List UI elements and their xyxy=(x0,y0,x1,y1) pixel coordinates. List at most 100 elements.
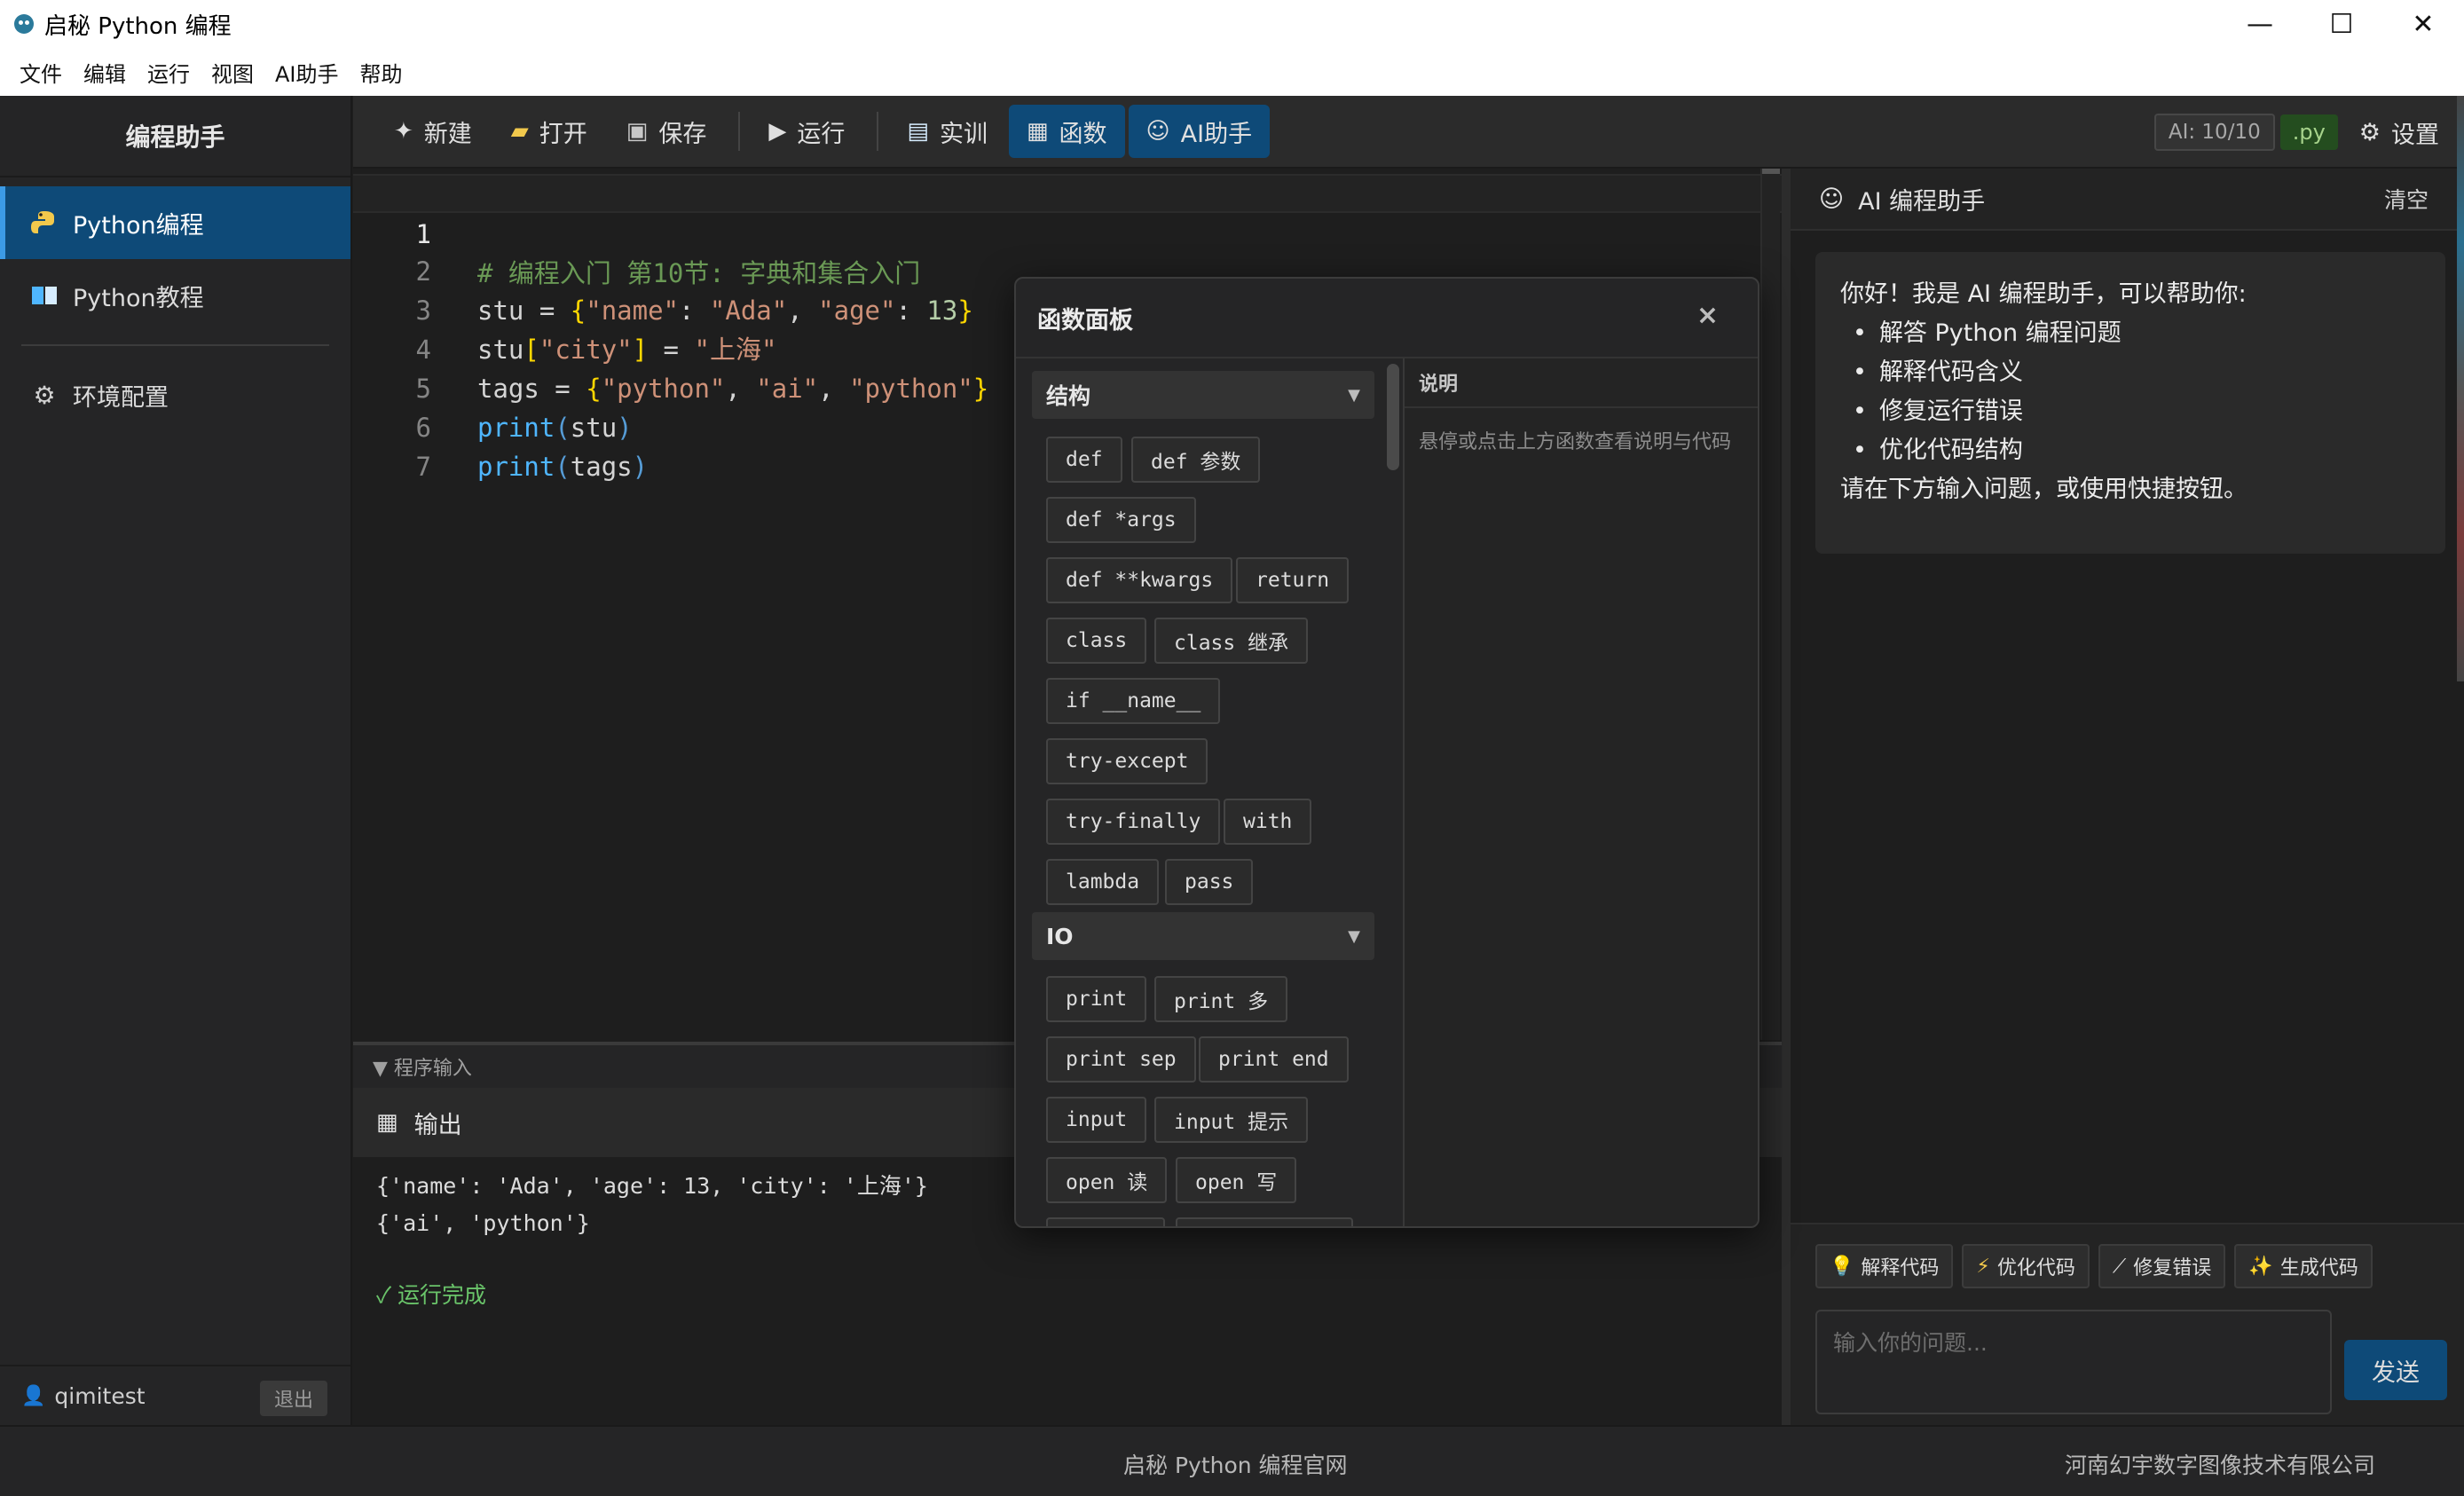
function-item-partial[interactable] xyxy=(1176,1217,1353,1226)
close-window-button[interactable]: ✕ xyxy=(2382,0,2464,48)
function-item[interactable]: try-except xyxy=(1046,738,1208,784)
function-item[interactable]: class 继承 xyxy=(1154,618,1309,664)
function-item[interactable]: open 写 xyxy=(1176,1157,1297,1203)
open-label: 打开 xyxy=(539,120,587,148)
function-item[interactable]: class xyxy=(1046,618,1147,664)
question-input[interactable]: 输入你的问题... xyxy=(1815,1310,2332,1414)
lightning-icon: ⚡ xyxy=(1976,1255,1990,1278)
company-name: 河南幻宇数字图像技术有限公司 xyxy=(2064,1453,2375,1478)
function-item[interactable]: input xyxy=(1046,1097,1147,1143)
function-panel: 函数面板 × 结构 ▼ def def 参数 def *args def **k… xyxy=(1014,277,1759,1228)
settings-button[interactable]: ⚙ 设置 xyxy=(2359,115,2439,150)
new-label: 新建 xyxy=(423,120,472,148)
category-label: 结构 xyxy=(1046,383,1091,409)
ai-assistant-label: AI助手 xyxy=(1180,120,1253,148)
function-item[interactable]: lambda xyxy=(1046,859,1160,905)
save-button[interactable]: ▣ 保存 xyxy=(609,105,725,158)
optimize-code-button[interactable]: ⚡ 优化代码 xyxy=(1962,1244,2090,1288)
toolbar-right: AI: 10/10 .py ⚙ 设置 xyxy=(2153,96,2464,169)
file-type-badge: .py xyxy=(2279,114,2338,150)
open-button[interactable]: ▰ 打开 xyxy=(493,105,605,158)
menu-run[interactable]: 运行 xyxy=(137,57,201,88)
sidebar-item-label: 环境配置 xyxy=(73,383,169,412)
username: qimitest xyxy=(54,1382,146,1409)
send-button[interactable]: 发送 xyxy=(2344,1340,2447,1400)
robot-icon: ☺ xyxy=(1819,185,1845,213)
function-item[interactable]: input 提示 xyxy=(1154,1097,1309,1143)
category-io-header[interactable]: IO ▼ xyxy=(1032,912,1374,960)
sidebar-item-python-programming[interactable]: Python编程 xyxy=(0,186,350,259)
function-item[interactable]: print end xyxy=(1199,1036,1349,1083)
ai-hint: 请在下方输入问题，或使用快捷按钮。 xyxy=(1840,476,2248,503)
list-item: 优化代码结构 xyxy=(1853,431,2421,470)
category-structure-header[interactable]: 结构 ▼ xyxy=(1032,371,1374,419)
toolbar-separator xyxy=(877,112,879,151)
function-item[interactable]: with xyxy=(1224,799,1312,845)
editor-scrollbar[interactable] xyxy=(1760,169,1780,1040)
training-button[interactable]: ▤ 实训 xyxy=(889,105,1005,158)
functions-button[interactable]: ▦ 函数 xyxy=(1008,105,1125,158)
clear-chat-button[interactable]: 清空 xyxy=(2384,183,2429,215)
close-icon[interactable]: × xyxy=(1696,300,1719,331)
function-list[interactable]: 结构 ▼ def def 参数 def *args def **kwargs r… xyxy=(1016,358,1389,1226)
gear-icon: ⚙ xyxy=(2358,118,2381,146)
code-line[interactable]: 1 # 编程入门 第10节: 字典和集合入门 xyxy=(353,174,1782,288)
sidebar-item-python-tutorial[interactable]: Python教程 xyxy=(0,259,350,332)
training-label: 实训 xyxy=(939,120,988,148)
menu-ai-assistant[interactable]: AI助手 xyxy=(264,57,350,88)
sparkle-icon: ✨ xyxy=(2248,1255,2273,1278)
run-status: ✓ 运行完成 xyxy=(376,1283,487,1308)
function-item[interactable]: print xyxy=(1046,976,1147,1022)
ai-assistant-panel: ☺ AI 编程助手 清空 你好！我是 AI 编程助手，可以帮助你: 解答 Pyt… xyxy=(1782,169,2464,1425)
sparkle-icon: ✦ xyxy=(394,118,413,145)
quick-action-label: 解释代码 xyxy=(1861,1257,1940,1279)
new-button[interactable]: ✦ 新建 xyxy=(376,105,490,158)
function-list-scrollbar[interactable] xyxy=(1387,364,1399,470)
description-title: 说明 xyxy=(1405,358,1758,408)
clipboard-icon: ▦ xyxy=(376,1109,398,1136)
logout-button[interactable]: 退出 xyxy=(259,1381,327,1416)
list-item: 解答 Python 编程问题 xyxy=(1853,314,2421,353)
function-item[interactable]: def *args xyxy=(1046,497,1196,543)
function-item[interactable]: def **kwargs xyxy=(1046,557,1233,603)
maximize-button[interactable]: ☐ xyxy=(2301,0,2382,48)
app-robot-icon xyxy=(14,14,34,34)
explain-code-button[interactable]: 💡 解释代码 xyxy=(1815,1244,1954,1288)
user-icon: 👤 xyxy=(21,1384,46,1407)
sidebar-divider xyxy=(21,344,329,346)
book-icon: ▤ xyxy=(907,118,929,145)
category-label: IO xyxy=(1046,923,1074,949)
sidebar-item-environment[interactable]: ⚙ 环境配置 xyxy=(0,358,350,431)
function-item-partial[interactable] xyxy=(1046,1217,1165,1226)
clipboard-icon: ▦ xyxy=(1026,118,1049,145)
function-item[interactable]: pass xyxy=(1165,859,1254,905)
menu-help[interactable]: 帮助 xyxy=(350,57,413,88)
function-item[interactable]: print sep xyxy=(1046,1036,1196,1083)
chevron-down-icon: ▼ xyxy=(1348,926,1360,946)
official-site-link[interactable]: 启秘 Python 编程官网 xyxy=(1123,1448,1348,1480)
run-button[interactable]: ▶ 运行 xyxy=(751,105,862,158)
code-line[interactable]: 2 stu = {"name": "Ada", "age": 13} xyxy=(353,213,1782,326)
ai-quota-badge: AI: 10/10 xyxy=(2153,114,2275,151)
ai-welcome-message: 你好！我是 AI 编程助手，可以帮助你: 解答 Python 编程问题 解释代码… xyxy=(1815,252,2445,554)
function-item[interactable]: try-finally xyxy=(1046,799,1221,845)
generate-code-button[interactable]: ✨ 生成代码 xyxy=(2234,1244,2373,1288)
function-item[interactable]: def xyxy=(1046,437,1122,483)
functions-label: 函数 xyxy=(1059,120,1107,148)
function-item[interactable]: if __name__ xyxy=(1046,678,1221,724)
function-panel-title: 函数面板 xyxy=(1037,306,1133,335)
function-item[interactable]: open 读 xyxy=(1046,1157,1168,1203)
function-item[interactable]: def 参数 xyxy=(1131,437,1261,483)
title-bar: 启秘 Python 编程 — ☐ ✕ xyxy=(0,0,2464,48)
ai-assistant-button[interactable]: ☺ AI助手 xyxy=(1128,105,1271,158)
menu-file[interactable]: 文件 xyxy=(9,57,73,88)
fix-error-button[interactable]: ⟋ 修复错误 xyxy=(2098,1244,2226,1288)
function-item[interactable]: return xyxy=(1236,557,1350,603)
menu-view[interactable]: 视图 xyxy=(201,57,264,88)
wand-icon: ⟋ xyxy=(2112,1255,2127,1278)
minimize-button[interactable]: — xyxy=(2219,0,2301,48)
menu-edit[interactable]: 编辑 xyxy=(73,57,137,88)
list-item: 解释代码含义 xyxy=(1853,353,2421,392)
floppy-icon: ▣ xyxy=(626,118,649,145)
function-item[interactable]: print 多 xyxy=(1154,976,1288,1022)
